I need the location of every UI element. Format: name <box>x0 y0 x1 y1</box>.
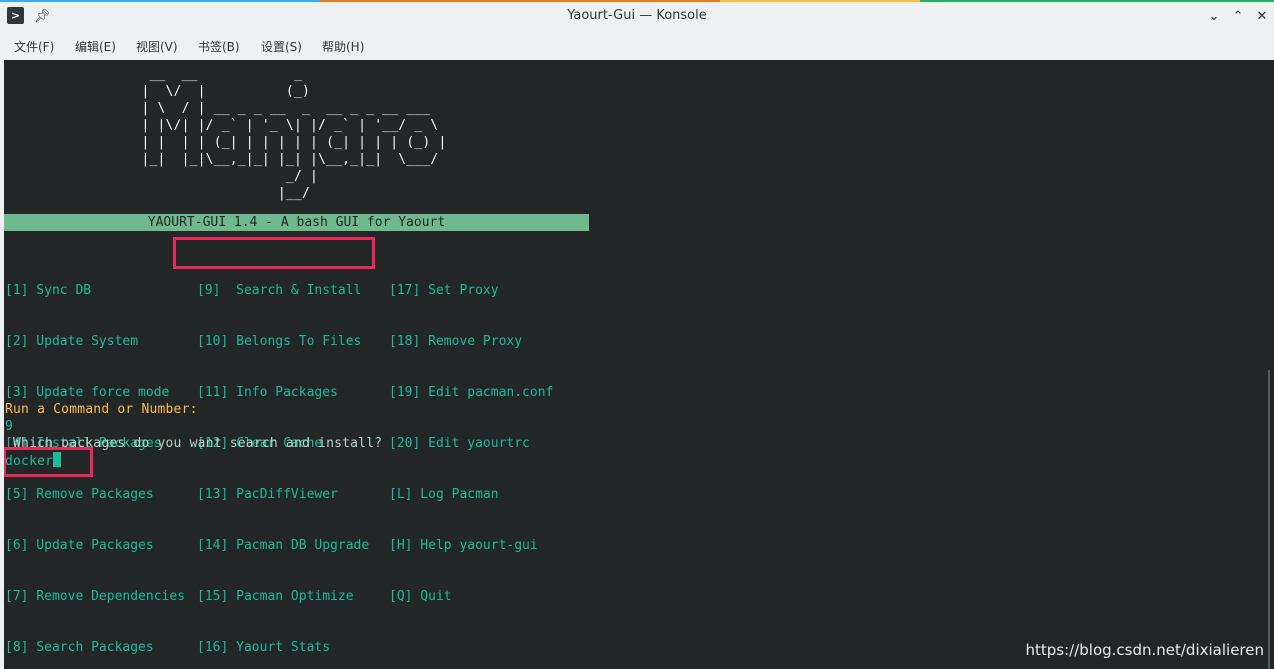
menu-option: [14] Pacman DB Upgrade <box>197 538 370 553</box>
watermark: https://blog.csdn.net/dixialieren <box>1025 641 1264 659</box>
menu-settings[interactable]: 设置(S) <box>261 38 302 55</box>
menu-option: [2] Update System <box>5 334 139 349</box>
menu-option: [8] Search Packages <box>5 640 154 655</box>
menu-option: [11] Info Packages <box>197 385 338 400</box>
menu-option: [10] Belongs To Files <box>197 334 362 349</box>
menu-option: [15] Pacman Optimize <box>197 589 354 604</box>
menu-option: [L] Log Pacman <box>389 487 499 502</box>
accent-stripe <box>0 0 320 2</box>
ascii-logo-line: | \ / | __ _ _ __ _ __ _ _ __ ___ <box>5 101 431 116</box>
menu-option: [20] Edit yaourtrc <box>389 436 530 451</box>
ascii-logo-line: _/ | <box>5 169 319 184</box>
accent-stripe <box>720 0 920 2</box>
menu-column-2: [9] Search & Install [10] Belongs To Fil… <box>197 248 369 669</box>
menu-option: [3] Update force mode <box>5 385 170 400</box>
menu-help[interactable]: 帮助(H) <box>322 38 364 55</box>
menu-option: [17] Set Proxy <box>389 283 499 298</box>
menu-bar: 文件(F) 编辑(E) 视图(V) 书签(B) 设置(S) 帮助(H) <box>0 33 1274 59</box>
menu-view[interactable]: 视图(V) <box>136 38 178 55</box>
menu-column-3: [17] Set Proxy [18] Remove Proxy [19] Ed… <box>389 248 553 639</box>
menu-option: [1] Sync DB <box>5 283 92 298</box>
menu-option: [6] Update Packages <box>5 538 154 553</box>
ascii-logo-line: __ __ _ <box>5 67 302 82</box>
window-title: Yaourt-Gui — Konsole <box>567 8 707 23</box>
terminal-view[interactable]: __ __ _ | \/ | (_) | \ / | __ _ _ __ _ _… <box>4 60 1274 669</box>
menu-option: [5] Remove Packages <box>5 487 154 502</box>
chevron-up-icon[interactable]: ⌃ <box>1228 6 1248 26</box>
ascii-logo-line: |__/ <box>5 186 311 201</box>
chevron-down-icon[interactable]: ⌄ <box>1204 6 1224 26</box>
ascii-logo-line: | |\/| |/ _` | '_ \| |/ _` | '__/ _ \ <box>5 118 439 133</box>
menu-option: [7] Remove Dependencies <box>5 589 186 604</box>
menu-edit[interactable]: 编辑(E) <box>75 38 116 55</box>
scrollbar[interactable] <box>1268 370 1270 669</box>
menu-file[interactable]: 文件(F) <box>14 38 54 55</box>
highlight-box <box>4 447 93 477</box>
highlight-box <box>173 237 375 269</box>
title-bar: > 📌︎ Yaourt-Gui — Konsole ⌄ ⌃ ✕ <box>0 0 1274 31</box>
accent-stripe <box>920 0 1274 2</box>
entered-number: 9 <box>5 419 14 434</box>
banner-title: YAOURT-GUI 1.4 - A bash GUI for Yaourt <box>147 215 446 230</box>
menu-option: [9] Search & Install <box>197 283 362 298</box>
menu-option: [13] PacDiffViewer <box>197 487 338 502</box>
command-prompt: Run a Command or Number: <box>5 402 198 417</box>
accent-stripe <box>320 0 720 2</box>
menu-option: [18] Remove Proxy <box>389 334 523 349</box>
menu-option: [16] Yaourt Stats <box>197 640 331 655</box>
menu-option: [19] Edit pacman.conf <box>389 385 554 400</box>
ascii-logo-line: |_| |_|\__,_|_| |_| |\__,_|_| \___/ <box>5 152 439 167</box>
menu-bookmarks[interactable]: 书签(B) <box>198 38 240 55</box>
ascii-logo-line: | | | | (_| | | | | | (_| | | | (_) | <box>5 135 447 150</box>
menu-option: [H] Help yaourt-gui <box>389 538 538 553</box>
ascii-logo-line: | \/ | (_) <box>5 84 311 99</box>
close-icon[interactable]: ✕ <box>1252 6 1272 26</box>
menu-option: [Q] Quit <box>389 589 452 604</box>
